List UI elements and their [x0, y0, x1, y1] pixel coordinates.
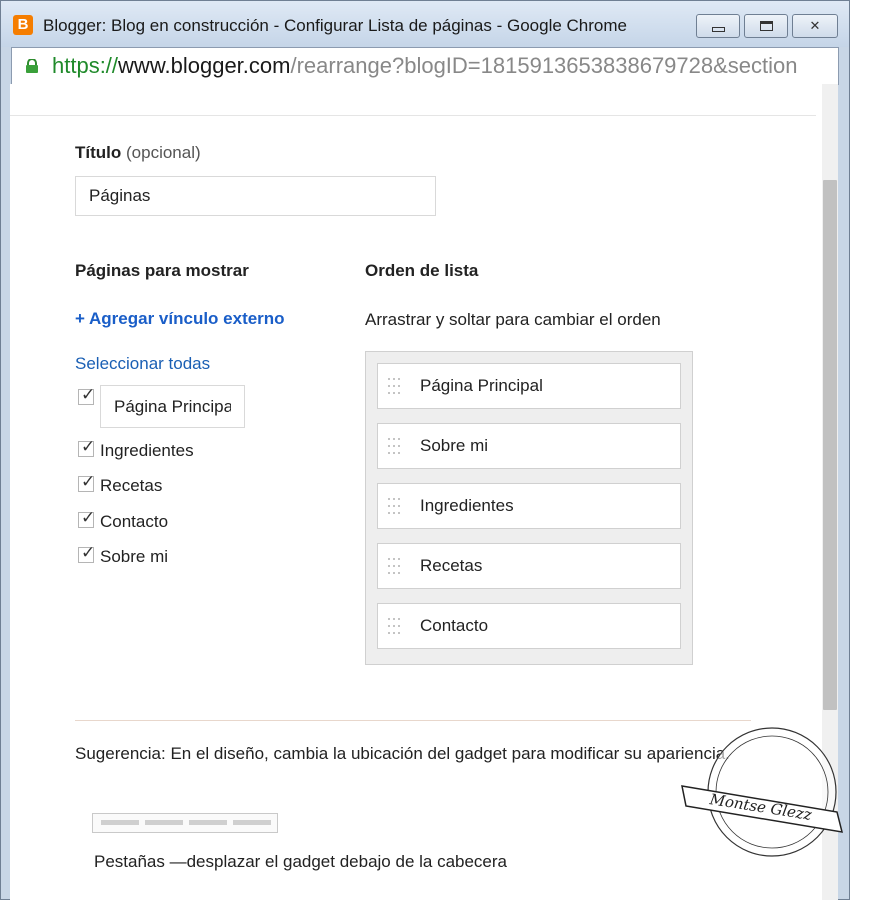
title-label: Título (opcional)	[75, 143, 201, 163]
check-icon: ✓	[81, 472, 96, 491]
title-bar: B Blogger: Blog en construcción - Config…	[1, 1, 849, 47]
drag-handle-icon	[388, 618, 400, 634]
check-icon: ✓	[81, 543, 96, 562]
drag-handle-icon	[388, 378, 400, 394]
drag-handle-icon	[388, 498, 400, 514]
url-scheme: https://	[52, 53, 119, 78]
tab-bar-segment	[101, 820, 139, 825]
page-label-ingredientes: Ingredientes	[100, 441, 194, 460]
checkbox-sobre-mi[interactable]: ✓	[78, 543, 96, 563]
check-icon: ✓	[81, 437, 96, 456]
tab-bar-segment	[145, 820, 183, 825]
pages-heading: Páginas para mostrar	[75, 261, 249, 280]
order-item[interactable]: Ingredientes	[377, 483, 681, 529]
tab-bar-segment	[189, 820, 227, 825]
check-icon: ✓	[81, 385, 96, 404]
title-label-text: Título	[75, 143, 122, 162]
checkbox-ingredientes[interactable]: ✓	[78, 437, 96, 457]
window-title: Blogger: Blog en construcción - Configur…	[43, 16, 627, 35]
order-item[interactable]: Recetas	[377, 543, 681, 589]
minimize-icon	[712, 27, 725, 32]
order-item-label: Contacto	[420, 616, 489, 635]
page-label-sobre-mi: Sobre mi	[100, 547, 169, 566]
drag-handle-icon	[388, 558, 400, 574]
lock-icon	[26, 59, 38, 73]
layout-tip: Sugerencia: En el diseño, cambia la ubic…	[75, 744, 730, 763]
top-divider	[10, 115, 816, 116]
blogger-icon: B	[13, 15, 33, 35]
drag-handle-icon	[388, 438, 400, 454]
url-text[interactable]: https://www.blogger.com/rearrange?blogID…	[52, 53, 832, 79]
order-item-label: Ingredientes	[420, 496, 514, 515]
url-host: www.blogger.com	[118, 53, 291, 78]
address-bar[interactable]: https://www.blogger.com/rearrange?blogID…	[11, 47, 839, 85]
page-label-recetas: Recetas	[100, 476, 163, 495]
add-external-link[interactable]: + Agregar vínculo externo	[75, 309, 285, 329]
minimize-button[interactable]	[696, 14, 740, 38]
tabs-illustration	[92, 813, 278, 833]
order-item-label: Página Principal	[420, 376, 543, 395]
checkbox-contacto[interactable]: ✓	[78, 508, 96, 528]
check-icon: ✓	[81, 508, 96, 527]
order-heading: Orden de lista	[365, 261, 479, 280]
tabs-caption: Pestañas —desplazar el gadget debajo de …	[94, 852, 508, 871]
close-button[interactable]: ✕	[792, 14, 838, 38]
order-item[interactable]: Sobre mi	[377, 423, 681, 469]
url-path: /rearrange?blogID=1815913653838679728&se…	[290, 53, 798, 78]
order-hint: Arrastrar y soltar para cambiar el orden	[365, 310, 661, 329]
tab-bar-segment	[233, 820, 271, 825]
order-item-label: Recetas	[420, 556, 483, 575]
close-icon: ✕	[809, 18, 821, 33]
order-list: Página Principal Sobre mi Ingredientes R…	[365, 351, 693, 665]
page-label-contacto: Contacto	[100, 512, 169, 531]
maximize-button[interactable]	[744, 14, 788, 38]
watermark-stamp: Montse Glezz	[681, 727, 844, 857]
order-item[interactable]: Contacto	[377, 603, 681, 649]
title-optional: (opcional)	[126, 143, 201, 162]
maximize-icon	[760, 21, 773, 31]
order-item-label: Sobre mi	[420, 436, 489, 455]
scrollbar-thumb[interactable]	[823, 180, 837, 710]
section-divider	[75, 720, 751, 721]
page-principal-name-input[interactable]	[100, 385, 245, 428]
select-all-link[interactable]: Seleccionar todas	[75, 354, 210, 374]
checkbox-recetas[interactable]: ✓	[78, 472, 96, 492]
checkbox-page-principal[interactable]: ✓	[78, 385, 96, 405]
order-item[interactable]: Página Principal	[377, 363, 681, 409]
title-input[interactable]	[75, 176, 436, 216]
